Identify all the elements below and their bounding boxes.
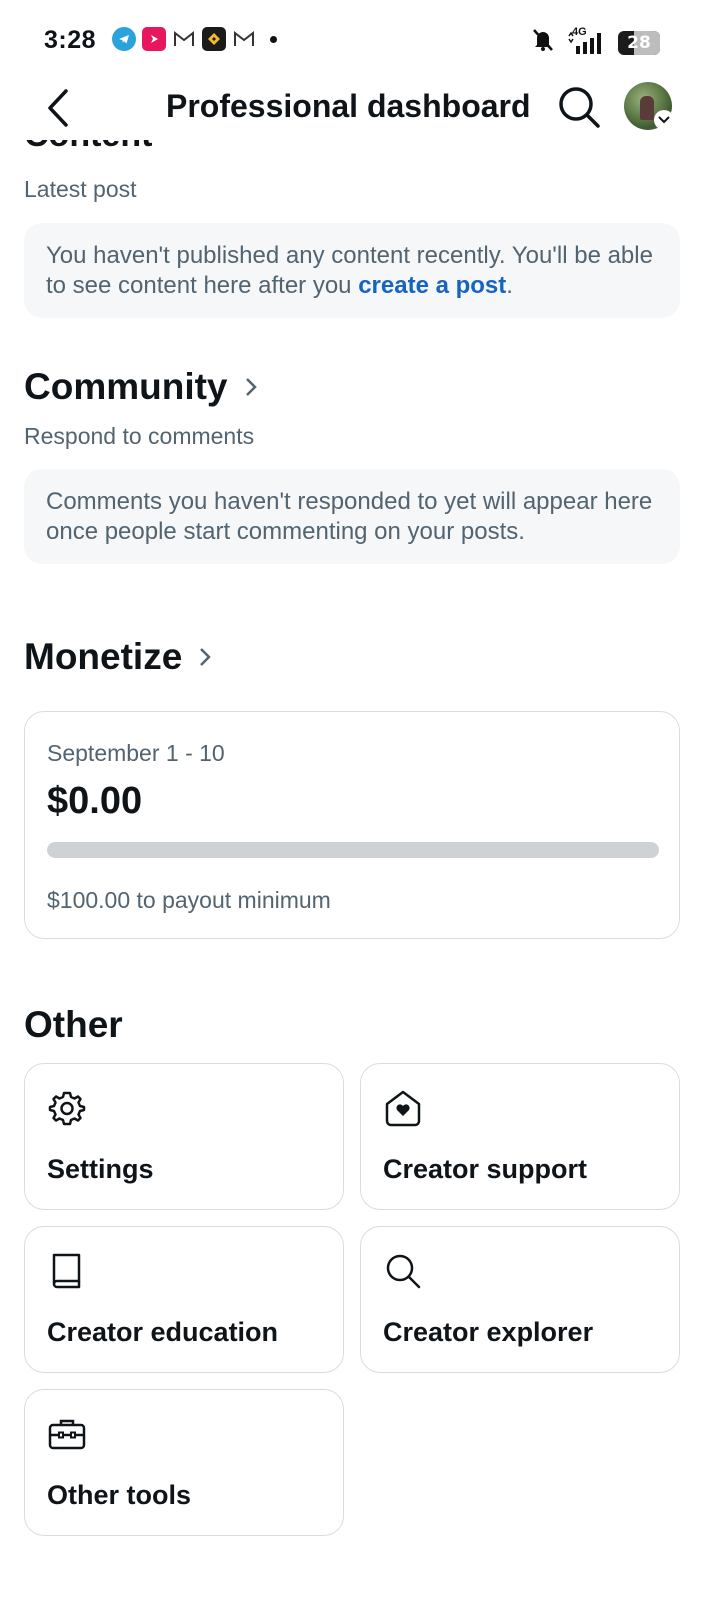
system-icons: 4G 28: [530, 26, 660, 58]
telegram-icon: [112, 27, 136, 51]
other-heading: Other: [24, 1004, 123, 1045]
avatar-photo: [640, 96, 654, 120]
search-icon: [559, 87, 600, 128]
creator-support-label: Creator support: [383, 1154, 588, 1184]
chevron-right-icon: [198, 646, 212, 668]
monetize-heading: Monetize: [24, 636, 183, 677]
other-tools-label: Other tools: [47, 1480, 192, 1510]
book-icon: [52, 1253, 81, 1289]
network-type: 4G: [572, 25, 587, 38]
creator-support-tile[interactable]: Creator support: [360, 1063, 680, 1210]
content-subtitle: Latest post: [24, 176, 137, 202]
payout-progress-bar: [47, 842, 659, 858]
earnings-period: September 1 - 10: [47, 740, 225, 766]
settings-tile[interactable]: Settings: [24, 1063, 344, 1210]
back-arrow-icon: [48, 89, 68, 127]
content-section-heading[interactable]: Content: [24, 140, 224, 160]
binance-icon: [202, 27, 226, 51]
community-section-heading[interactable]: Community: [24, 366, 258, 408]
creator-education-label: Creator education: [47, 1317, 279, 1347]
creator-explorer-tile[interactable]: Creator explorer: [360, 1226, 680, 1373]
notification-icons: [112, 27, 277, 51]
toolbox-icon: [48, 1419, 86, 1450]
earnings-card[interactable]: September 1 - 10 $0.00 $100.00 to payout…: [24, 711, 680, 939]
earnings-amount: $0.00: [47, 780, 143, 822]
status-time: 3:28: [44, 26, 97, 54]
gmail-icon: [232, 27, 256, 51]
community-heading: Community: [24, 366, 228, 407]
battery-icon: 28: [618, 30, 660, 55]
battery-level: 28: [627, 32, 651, 53]
create-post-link[interactable]: create a post: [358, 272, 506, 299]
status-bar: 3:28 4G 28: [0, 0, 718, 80]
community-subtitle: Respond to comments: [24, 423, 255, 449]
top-app-bar: Professional dashboard: [0, 80, 718, 140]
payout-minimum-text: $100.00 to payout minimum: [47, 887, 331, 913]
signal-icon: 4G: [566, 26, 608, 56]
back-button[interactable]: [36, 84, 80, 132]
house-heart-icon: [385, 1090, 421, 1127]
content-empty-card: You haven't published any content recent…: [24, 223, 680, 318]
chevron-right-icon: [244, 376, 258, 398]
page-title: Professional dashboard: [166, 88, 531, 124]
community-empty-text: Comments you haven't responded to yet wi…: [46, 488, 653, 545]
creator-explorer-label: Creator explorer: [383, 1317, 594, 1347]
search-button[interactable]: [554, 82, 604, 132]
chevron-down-icon: [658, 116, 670, 124]
play-app-icon: [142, 27, 166, 51]
content-empty-text: You haven't published any content recent…: [46, 242, 653, 299]
account-switch-button[interactable]: [654, 110, 674, 130]
content-empty-suffix: .: [506, 272, 513, 299]
monetize-section-heading[interactable]: Monetize: [24, 636, 212, 678]
search-icon: [386, 1254, 421, 1289]
gear-icon: [48, 1091, 86, 1126]
community-empty-card: Comments you haven't responded to yet wi…: [24, 469, 680, 564]
other-tools-tile[interactable]: Other tools: [24, 1389, 344, 1536]
creator-education-tile[interactable]: Creator education: [24, 1226, 344, 1373]
mute-bell-icon: [530, 27, 556, 58]
settings-label: Settings: [47, 1154, 154, 1184]
more-notifications-dot: [270, 35, 277, 43]
gmail-icon: [172, 27, 196, 51]
